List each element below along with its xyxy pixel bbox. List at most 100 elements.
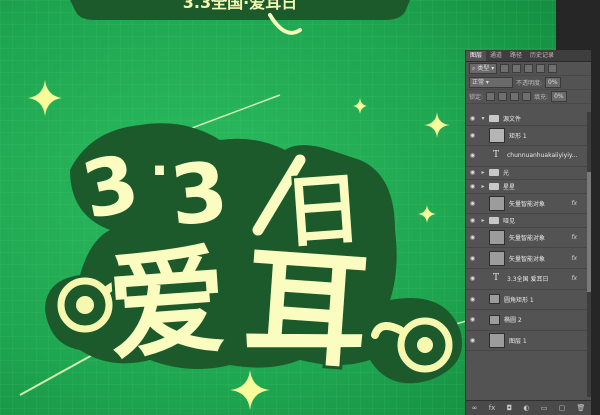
- layer-name: 矢量智能对象: [509, 200, 546, 208]
- expand-right-icon[interactable]: ▸: [479, 183, 487, 190]
- shape-thumbnail-icon: [489, 127, 505, 143]
- layers-panel: 图层 通道 路径 历史记录 ⌕ 类型 ▾ 正常 ▾ 不透明度: 0% 锁定: 填…: [465, 50, 591, 415]
- visibility-eye-icon[interactable]: ◉: [466, 337, 479, 344]
- visibility-eye-icon[interactable]: ◉: [466, 115, 479, 122]
- lock-transparent-icon[interactable]: [486, 92, 496, 101]
- blend-row: 正常 ▾ 不透明度: 0%: [466, 76, 591, 90]
- tab-paths[interactable]: 路径: [506, 51, 526, 61]
- layer-row[interactable]: ◉ 圆角矩形 1: [466, 290, 587, 311]
- layer-name: 矢量智能对象: [509, 255, 546, 263]
- visibility-eye-icon[interactable]: ◉: [466, 234, 479, 241]
- layer-row[interactable]: ◉ ▾ 源文件: [466, 112, 587, 126]
- layer-list: ◉ ▾ 源文件 ◉ 矩形 1 ◉ T chunnuanhuakaiiyiyiy.…: [466, 112, 587, 352]
- smart-object-thumbnail-icon: [489, 250, 505, 266]
- layer-name: 矩形 1: [509, 132, 527, 140]
- layer-row[interactable]: ◉ 矢量智能对象 fx: [466, 228, 587, 249]
- fx-icon[interactable]: fx: [489, 404, 496, 412]
- shape-thumbnail-icon: [489, 294, 500, 305]
- kind-filter-value: 类型: [477, 65, 490, 72]
- layer-row[interactable]: ◉ ▸ 哑见: [466, 214, 587, 228]
- layer-row[interactable]: ◉ ▸ 星星: [466, 180, 587, 194]
- smart-object-thumbnail-icon: [489, 195, 505, 211]
- layer-row[interactable]: ◉ ▸ 光: [466, 167, 587, 181]
- layers-scrollbar[interactable]: [587, 112, 591, 397]
- fx-icon[interactable]: fx: [571, 255, 577, 262]
- group-icon[interactable]: ▭: [541, 404, 548, 412]
- layer-name: 矢量智能对象: [509, 235, 546, 243]
- visibility-eye-icon[interactable]: ◉: [466, 152, 479, 159]
- visibility-eye-icon[interactable]: ◉: [466, 132, 479, 139]
- photoshop-workspace: 3.3全国·爱耳日 3 . 3 日 爱 耳 图层 通道 路径 历史记录 ⌕ 类型…: [0, 0, 600, 415]
- tab-channels[interactable]: 通道: [486, 51, 506, 61]
- layer-name: 3.3全国 爱耳日: [507, 276, 549, 284]
- tab-layers[interactable]: 图层: [466, 51, 487, 61]
- lock-label: 锁定:: [469, 94, 484, 101]
- right-swirl-core: [417, 337, 433, 353]
- new-layer-icon[interactable]: ▢: [559, 404, 566, 412]
- layer-name: 源文件: [503, 115, 522, 123]
- layer-name: 椭圆 2: [504, 317, 522, 325]
- filter-smart-icon[interactable]: [548, 64, 558, 73]
- opacity-field[interactable]: 0%: [545, 77, 561, 88]
- fill-field[interactable]: 0%: [551, 91, 567, 102]
- panel-footer: ∞ fx ◘ ◐ ▭ ▢ 🗑: [466, 400, 591, 415]
- smart-object-thumbnail-icon: [489, 230, 505, 246]
- visibility-eye-icon[interactable]: ◉: [466, 255, 479, 262]
- lock-move-icon[interactable]: [510, 92, 520, 101]
- filter-shape-icon[interactable]: [536, 64, 546, 73]
- layer-row[interactable]: ◉ 矩形 1: [466, 126, 587, 147]
- adjustment-icon[interactable]: ◐: [523, 404, 529, 412]
- search-icon: ⌕: [472, 65, 476, 72]
- lock-brush-icon[interactable]: [498, 92, 508, 101]
- title-number-3-right: 3: [166, 144, 233, 244]
- layer-name: 哑见: [503, 218, 516, 226]
- top-banner-text: 3.3全国·爱耳日: [183, 0, 297, 12]
- layer-row[interactable]: ◉ 矢量智能对象 fx: [466, 194, 587, 215]
- folder-icon: [489, 182, 499, 190]
- opacity-label: 不透明度:: [516, 80, 543, 87]
- fill-label: 填充:: [534, 94, 549, 101]
- layer-row[interactable]: ◉ 椭圆 2: [466, 310, 587, 331]
- expand-right-icon[interactable]: ▸: [479, 169, 487, 176]
- layer-name: 图层 1: [509, 338, 527, 346]
- text-layer-icon: T: [492, 273, 499, 284]
- visibility-eye-icon[interactable]: ◉: [466, 200, 479, 207]
- layer-row[interactable]: ◉ 图层 1: [466, 331, 587, 352]
- filter-pixel-icon[interactable]: [500, 64, 510, 73]
- folder-icon: [489, 114, 499, 122]
- layer-row[interactable]: ◉ T 3.3全国 爱耳日 fx: [466, 269, 587, 290]
- title-char-ai: 爱: [104, 231, 231, 377]
- visibility-eye-icon[interactable]: ◉: [466, 183, 479, 190]
- visibility-eye-icon[interactable]: ◉: [466, 316, 479, 323]
- shape-thumbnail-icon: [489, 314, 500, 325]
- visibility-eye-icon[interactable]: ◉: [466, 169, 479, 176]
- filter-type-icon[interactable]: [524, 64, 534, 73]
- layer-name: 圆角矩形 1: [504, 296, 534, 304]
- layer-name: chunnuanhuakaiiyiyiy...: [507, 152, 578, 160]
- tab-history[interactable]: 历史记录: [526, 51, 558, 61]
- layer-row[interactable]: ◉ 矢量智能对象 fx: [466, 248, 587, 269]
- title-char-er: 耳: [239, 234, 373, 386]
- visibility-eye-icon[interactable]: ◉: [466, 217, 479, 224]
- scrollbar-thumb[interactable]: [587, 172, 591, 292]
- fx-icon[interactable]: fx: [571, 200, 577, 207]
- link-icon[interactable]: ∞: [472, 404, 478, 412]
- expand-down-icon[interactable]: ▾: [479, 115, 487, 122]
- trash-icon[interactable]: 🗑: [576, 404, 585, 412]
- expand-right-icon[interactable]: ▸: [479, 217, 487, 224]
- kind-filter-select[interactable]: ⌕ 类型 ▾: [469, 63, 498, 74]
- blend-mode-select[interactable]: 正常 ▾: [469, 77, 513, 88]
- layer-name: 星星: [503, 183, 516, 191]
- visibility-eye-icon[interactable]: ◉: [466, 275, 479, 282]
- fx-icon[interactable]: fx: [571, 234, 577, 241]
- filter-row: ⌕ 类型 ▾: [466, 62, 591, 76]
- lock-all-icon[interactable]: [522, 92, 532, 101]
- fx-icon[interactable]: fx: [571, 275, 577, 282]
- layer-row[interactable]: ◉ T chunnuanhuakaiiyiyiy...: [466, 146, 587, 167]
- visibility-eye-icon[interactable]: ◉: [466, 296, 479, 303]
- mask-icon[interactable]: ◘: [507, 404, 513, 412]
- pixel-layer-thumbnail-icon: [489, 333, 505, 349]
- filter-adjust-icon[interactable]: [512, 64, 522, 73]
- folder-icon: [489, 217, 499, 225]
- left-swirl-core: [76, 296, 94, 314]
